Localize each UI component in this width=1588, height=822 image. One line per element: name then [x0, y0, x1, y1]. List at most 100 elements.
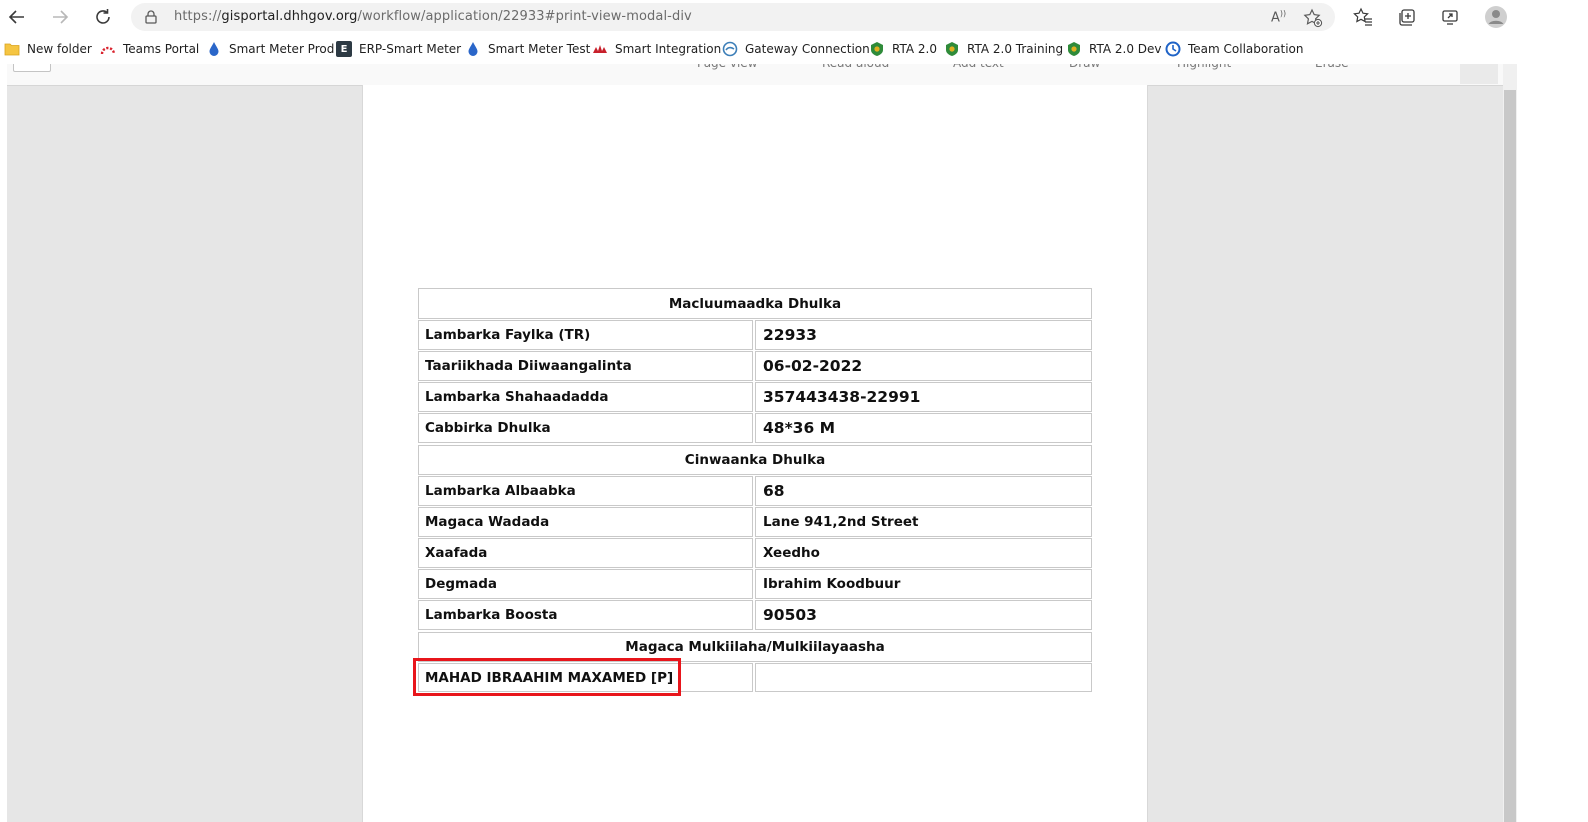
reload-button[interactable] — [90, 4, 116, 30]
scrollbar-thumb[interactable] — [1504, 90, 1516, 822]
table-row-value: 90503 — [755, 600, 1092, 630]
field-value: 90503 — [763, 606, 817, 624]
bookmark-label: Smart Meter Prod — [229, 42, 335, 56]
gateway-icon — [722, 41, 738, 57]
arrow-left-icon — [8, 10, 24, 24]
address-bar[interactable]: https://gisportal.dhhgov.org/workflow/ap… — [131, 3, 1335, 31]
bookmark-label: ERP-Smart Meter — [359, 42, 462, 56]
bookmark-rta-2-0[interactable]: RTA 2.0 — [869, 34, 937, 64]
table-row-value: 22933 — [755, 320, 1092, 350]
bookmark-label: Teams Portal — [123, 42, 200, 56]
section-header: Macluumaadka Dhulka — [418, 288, 1092, 319]
section-title: Macluumaadka Dhulka — [668, 295, 842, 312]
pdf-toolbar: Page view Read aloud Add text Draw Highl… — [7, 64, 1503, 86]
bookmark-smart-integration[interactable]: Smart Integration — [592, 34, 721, 64]
field-label: Lambarka Albaabka — [425, 483, 576, 499]
profile-button[interactable] — [1483, 4, 1509, 30]
browser-toolbar: https://gisportal.dhhgov.org/workflow/ap… — [0, 0, 1520, 34]
table-row-value: 48*36 M — [755, 413, 1092, 443]
bookmark-label: RTA 2.0 Dev — [1089, 42, 1162, 56]
collections-button[interactable] — [1394, 4, 1420, 30]
bookmarks-bar: New folder Teams Portal Smart Meter Prod… — [0, 34, 1520, 64]
bookmark-erp-smart-meter[interactable]: E ERP-Smart Meter — [336, 34, 461, 64]
rta-icon — [869, 41, 885, 57]
section-title: Magaca Mulkiilaha/Mulkiilayaasha — [625, 639, 885, 655]
water-drop-icon — [465, 41, 481, 57]
field-label: Lambarka Boosta — [425, 607, 558, 623]
pdf-toolbar-close-button[interactable] — [1460, 64, 1498, 84]
table-row-label: Taariikhada Diiwaangalinta — [418, 351, 753, 381]
team-collab-icon — [1165, 41, 1181, 57]
read-aloud-button[interactable]: Read aloud — [822, 64, 889, 72]
rta-icon — [944, 41, 960, 57]
add-favorite-icon[interactable] — [1303, 8, 1323, 28]
field-label: Magaca Wadada — [425, 514, 550, 530]
table-row-value: Lane 941,2nd Street — [755, 507, 1092, 537]
highlight-button[interactable]: Highlight — [1177, 64, 1231, 72]
table-row-label: Cabbirka Dhulka — [418, 413, 753, 443]
table-row-value: 357443438-22991 — [755, 382, 1092, 412]
field-label: Lambarka Shahaadadda — [425, 389, 609, 405]
field-value: Xeedho — [763, 545, 820, 561]
field-value: 06-02-2022 — [763, 357, 863, 375]
field-value: 48*36 M — [763, 419, 836, 437]
url-host: gisportal.dhhgov.org — [221, 9, 358, 24]
field-label: Degmada — [425, 576, 497, 592]
favorites-star-icon — [1353, 7, 1372, 26]
table-row-value: 06-02-2022 — [755, 351, 1092, 381]
bookmark-label: RTA 2.0 — [892, 42, 937, 56]
bookmark-label: Smart Integration — [615, 42, 722, 56]
read-aloud-icon[interactable]: A)) — [1271, 9, 1286, 25]
table-row-label: Xaafada — [418, 538, 753, 568]
field-value: 357443438-22991 — [763, 388, 921, 406]
share-button[interactable] — [1437, 4, 1463, 30]
water-drop-icon — [206, 41, 222, 57]
bookmark-label: Gateway Connection — [745, 42, 870, 56]
field-label: Taariikhada Diiwaangalinta — [425, 358, 632, 374]
folder-icon — [4, 41, 20, 57]
bookmark-team-collaboration[interactable]: Team Collaboration — [1165, 34, 1304, 64]
bookmark-teams-portal[interactable]: Teams Portal — [100, 34, 199, 64]
table-row-label: Lambarka Faylka (TR) — [418, 320, 753, 350]
page-view-button[interactable]: Page view — [697, 64, 758, 72]
avatar-icon — [1485, 6, 1507, 28]
reload-icon — [96, 9, 110, 24]
share-screen-icon — [1442, 10, 1458, 25]
bookmark-label: New folder — [27, 42, 92, 56]
arrow-right-icon — [53, 10, 69, 24]
erp-icon: E — [336, 41, 352, 57]
table-row-value — [755, 663, 1092, 692]
favorites-button[interactable] — [1350, 4, 1376, 30]
field-value: Ibrahim Koodbuur — [763, 576, 901, 592]
bookmark-label: Team Collaboration — [1188, 42, 1304, 56]
back-button[interactable] — [4, 4, 30, 30]
table-row-value: 68 — [755, 476, 1092, 506]
collections-icon — [1399, 9, 1415, 26]
integration-icon — [592, 41, 608, 57]
bookmark-label: RTA 2.0 Training — [967, 42, 1064, 56]
bookmark-smart-meter-prod[interactable]: Smart Meter Prod — [206, 34, 334, 64]
draw-button[interactable]: Draw — [1069, 64, 1100, 72]
erase-button[interactable]: Erase — [1315, 64, 1349, 72]
table-row-value: Ibrahim Koodbuur — [755, 569, 1092, 599]
bookmark-smart-meter-test[interactable]: Smart Meter Test — [465, 34, 590, 64]
url-text[interactable]: https://gisportal.dhhgov.org/workflow/ap… — [174, 3, 692, 31]
teams-portal-icon — [100, 41, 116, 57]
table-row-label: Degmada — [418, 569, 753, 599]
url-prefix: https:// — [174, 9, 222, 24]
table-row-label: Lambarka Boosta — [418, 600, 753, 630]
bookmark-gateway-connection[interactable]: Gateway Connection — [722, 34, 870, 64]
forward-button[interactable] — [47, 4, 73, 30]
page-number-input[interactable] — [13, 64, 51, 72]
section-header: Cinwaanka Dhulka — [418, 445, 1092, 475]
bookmark-rta-2-0-dev[interactable]: RTA 2.0 Dev — [1066, 34, 1162, 64]
lock-icon[interactable] — [143, 9, 159, 25]
bookmark-new-folder[interactable]: New folder — [4, 34, 92, 64]
add-text-button[interactable]: Add text — [953, 64, 1004, 72]
field-label: Lambarka Faylka (TR) — [425, 327, 591, 343]
bookmark-label: Smart Meter Test — [488, 42, 591, 56]
field-label: Xaafada — [425, 545, 488, 561]
table-row-label: Lambarka Albaabka — [418, 476, 753, 506]
bookmark-rta-2-0-training[interactable]: RTA 2.0 Training — [944, 34, 1063, 64]
highlight-annotation-box — [413, 658, 681, 696]
